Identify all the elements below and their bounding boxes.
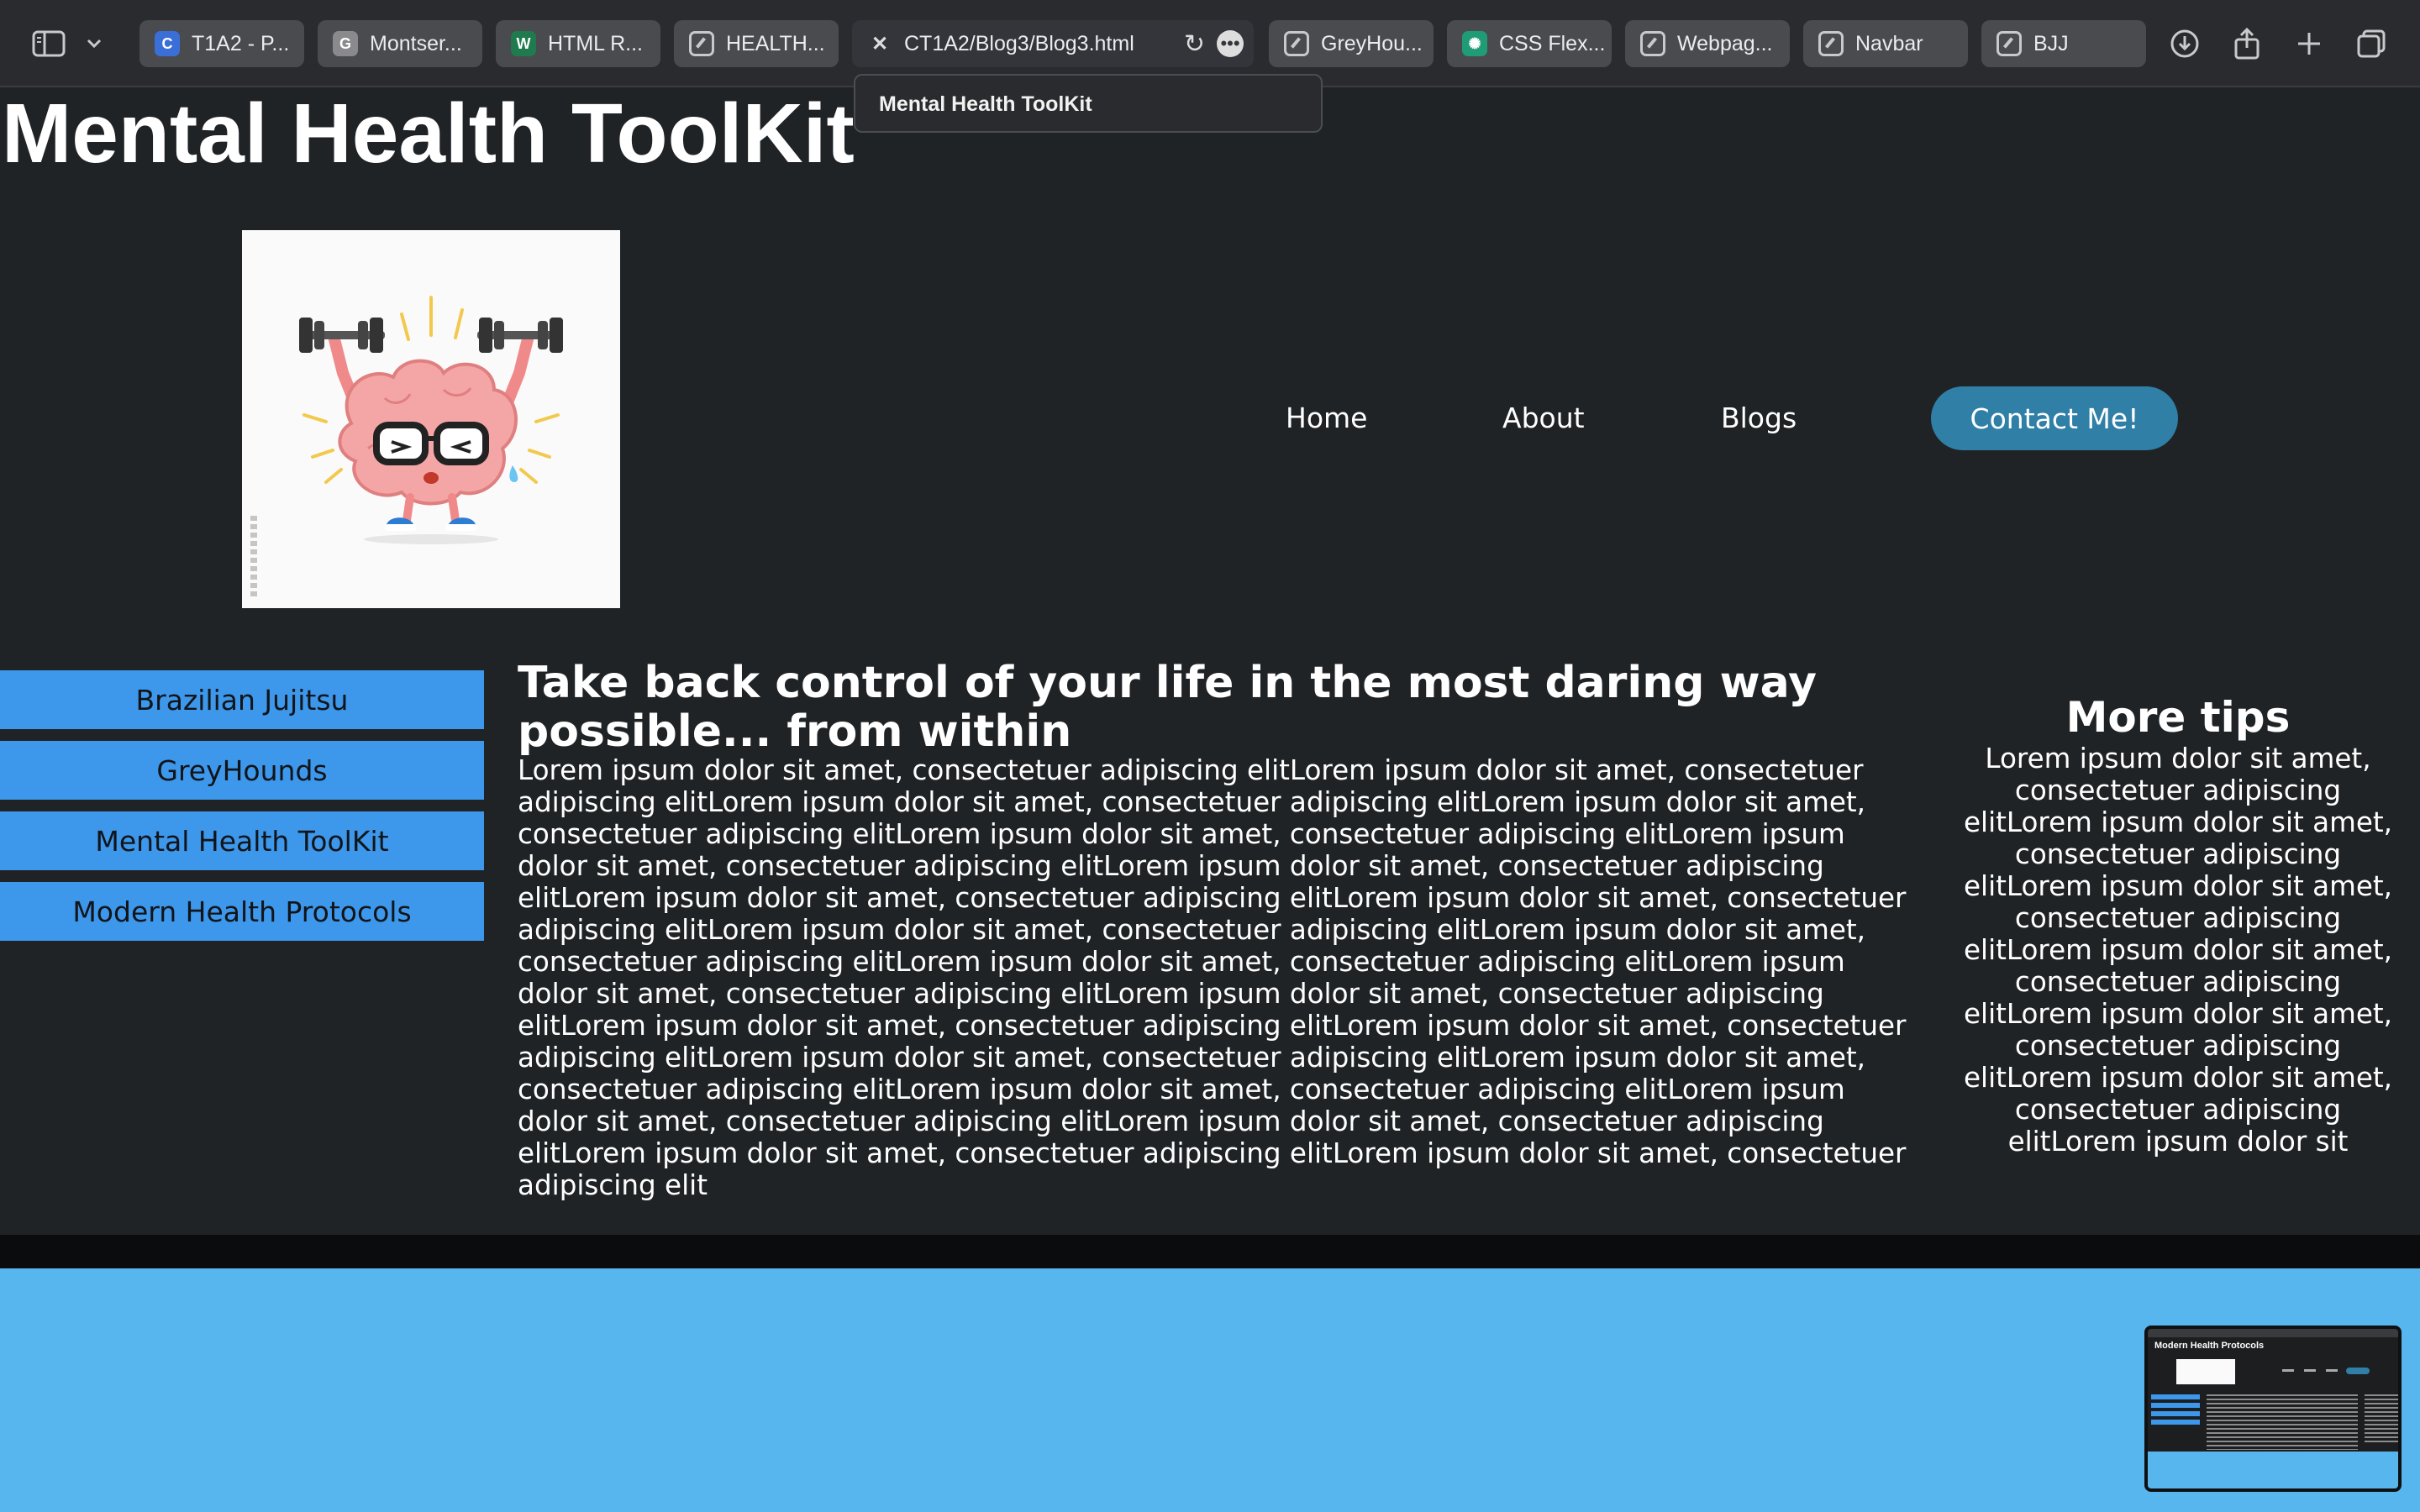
stock-watermark [250,516,257,600]
thumbnail-image [2176,1359,2235,1384]
thumbnail-contact [2346,1368,2370,1374]
tab-montserrat[interactable]: G Montser... [318,20,482,67]
screenshot-thumbnail[interactable]: Modern Health Protocols [2144,1326,2402,1492]
chevron-down-icon[interactable] [77,25,111,62]
reload-icon[interactable]: ↻ [1184,29,1205,59]
thumbnail-aside [2365,1394,2398,1445]
tab-html-reference[interactable]: W HTML R... [496,20,660,67]
thumbnail-text [2207,1394,2358,1450]
nav-home-link[interactable]: Home [1286,402,1367,434]
canva-icon: C [155,31,180,56]
thumbnail-side-btn [2151,1403,2200,1408]
compass-icon [689,31,714,56]
tab-webpage[interactable]: Webpag... [1625,20,1790,67]
tab-label: GreyHou... [1321,31,1423,55]
tab-label: HEALTH... [726,31,825,55]
sidebar-item-brazilian-jujitsu[interactable]: Brazilian Jujitsu [0,670,484,729]
address-bar-url[interactable]: CT1A2/Blog3/Blog3.html [904,32,1172,56]
w3-icon: W [511,31,536,56]
sidebar-toggle-icon[interactable] [30,25,67,62]
sidebar-item-mental-health-toolkit[interactable]: Mental Health ToolKit [0,811,484,870]
sidebar-item-modern-health-protocols[interactable]: Modern Health Protocols [0,882,484,941]
google-g-icon: G [333,31,358,56]
thumbnail-nav [2326,1369,2338,1372]
tab-health[interactable]: HEALTH... [674,20,839,67]
close-tab-icon[interactable]: ✕ [867,31,892,56]
tab-bjj[interactable]: BJJ [1981,20,2146,67]
tab-css-flexbox[interactable]: ✺ CSS Flex... [1447,20,1612,67]
thumbnail-nav [2282,1369,2294,1372]
more-options-icon[interactable]: ••• [1217,30,1244,57]
thumbnail-nav [2304,1369,2316,1372]
hero-image [242,230,620,608]
nav-blogs-link[interactable]: Blogs [1721,402,1797,434]
compass-icon [1284,31,1309,56]
download-icon[interactable] [2166,25,2203,62]
tab-overview-icon[interactable] [2353,25,2390,62]
tab-navbar[interactable]: Navbar [1803,20,1968,67]
tab-label: Navbar [1855,31,1923,55]
compass-icon [1640,31,1665,56]
blog-article: Take back control of your life in the mo… [518,659,1909,1201]
thumbnail-toolbar [2148,1329,2398,1337]
nav-about-link[interactable]: About [1502,402,1585,434]
thumbnail-side-btn [2151,1411,2200,1416]
tab-greyhounds[interactable]: GreyHou... [1269,20,1434,67]
tab-label: BJJ [2033,31,2069,55]
tab-tooltip: Mental Health ToolKit [854,74,1323,133]
thumbnail-title: Modern Health Protocols [2154,1341,2265,1351]
thumbnail-footer [2148,1452,2398,1488]
footer-divider [0,1235,2420,1268]
compass-icon [1818,31,1844,56]
tab-active-blog3[interactable]: ✕ CT1A2/Blog3/Blog3.html ↻ ••• [852,20,1254,67]
aside-heading: More tips [2065,693,2291,742]
tab-label: CSS Flex... [1499,31,1606,55]
aside-body: Lorem ipsum dolor sit amet, consectetuer… [1963,743,2393,1158]
article-body: Lorem ipsum dolor sit amet, consectetuer… [518,754,1907,1201]
tab-label: T1A2 - P... [192,31,290,55]
site-title: Mental Health ToolKit [2,87,855,181]
tab-t1a2[interactable]: C T1A2 - P... [139,20,304,67]
brain-lifting-dumbbells-icon [299,296,563,544]
more-tips-aside: More tips Lorem ipsum dolor sit amet, co… [1954,692,2402,1158]
contact-me-button[interactable]: Contact Me! [1931,386,2178,450]
compass-icon [1996,31,2022,56]
page-footer [0,1268,2420,1512]
chatgpt-icon: ✺ [1462,31,1487,56]
thumbnail-side-btn [2151,1394,2200,1399]
tab-label: Montser... [370,31,462,55]
share-icon[interactable] [2228,25,2265,62]
thumbnail-side-btn [2151,1420,2200,1425]
sidebar-item-greyhounds[interactable]: GreyHounds [0,741,484,800]
article-heading: Take back control of your life in the mo… [518,658,1818,757]
tab-label: HTML R... [548,31,643,55]
new-tab-icon[interactable] [2291,25,2328,62]
tab-label: Webpag... [1677,31,1773,55]
